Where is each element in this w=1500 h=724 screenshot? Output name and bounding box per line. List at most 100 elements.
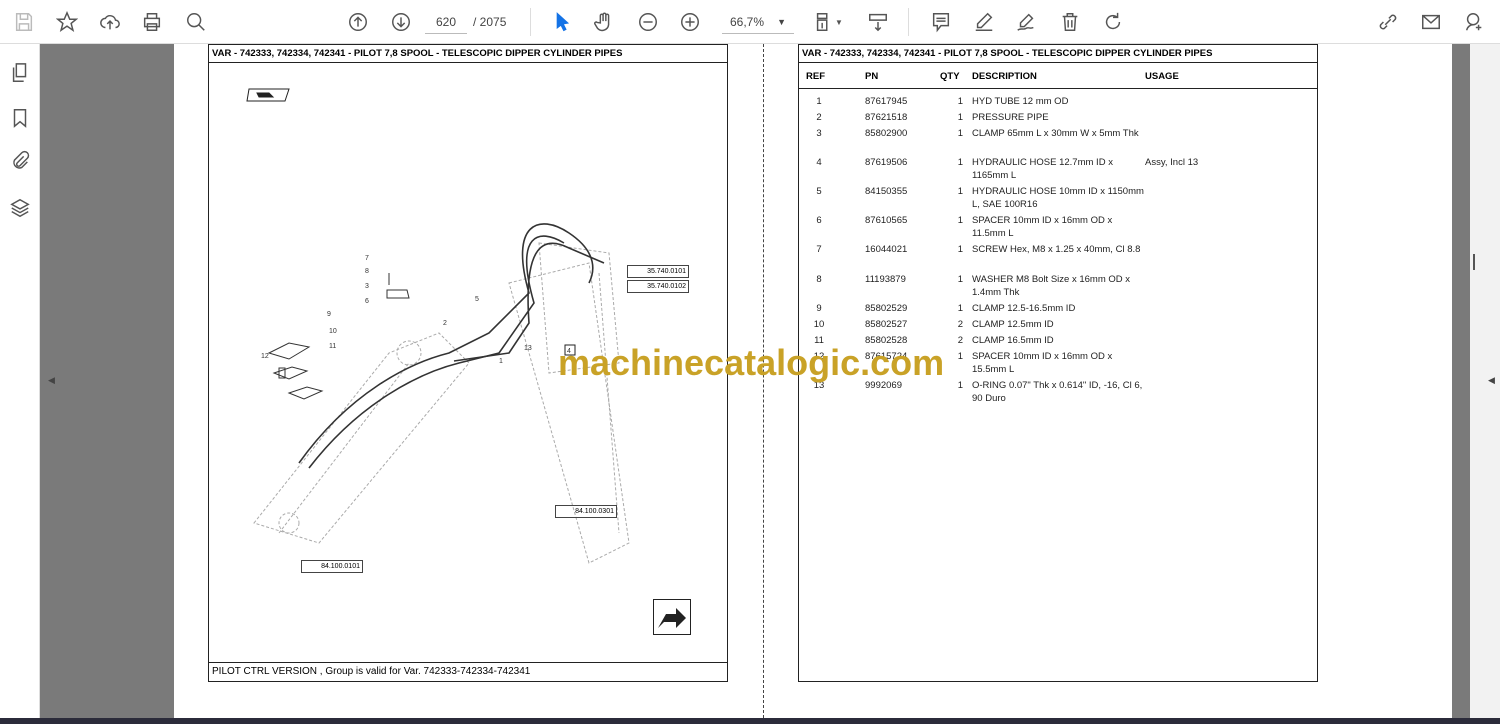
view-icon xyxy=(246,88,290,102)
email-icon[interactable] xyxy=(1417,8,1445,36)
cell-qty: 1 xyxy=(957,303,963,314)
layers-icon[interactable] xyxy=(9,197,31,219)
print-icon[interactable] xyxy=(138,8,166,36)
page-down-icon[interactable] xyxy=(387,8,415,36)
cell-desc: SCREW Hex, M8 x 1.25 x 40mm, Cl 8.8 xyxy=(972,244,1141,255)
ref-box[interactable]: 84.100.0301 xyxy=(555,505,617,518)
cell-pn: 87617945 xyxy=(865,96,908,107)
clamp-parts xyxy=(267,273,410,400)
page-number-input[interactable]: 620 xyxy=(425,10,467,34)
hand-tool-icon[interactable] xyxy=(590,8,618,36)
save-icon[interactable] xyxy=(10,8,38,36)
ref-box[interactable]: 35.740.0101 xyxy=(627,265,689,278)
cell-qty: 2 xyxy=(957,319,963,330)
cell-ref: 7 xyxy=(816,244,822,255)
highlight-icon[interactable] xyxy=(970,8,998,36)
cell-qty: 1 xyxy=(957,112,963,123)
header-pn: PN xyxy=(865,71,879,82)
sign-icon[interactable] xyxy=(1012,8,1040,36)
collapse-left-icon[interactable]: ◀ xyxy=(48,375,55,386)
cell-qty: 1 xyxy=(957,380,963,391)
bookmark-star-icon[interactable] xyxy=(53,8,81,36)
cell-desc: SPACER 10mm ID x 16mm OD x 15.5mm L xyxy=(972,351,1113,375)
ref-box[interactable]: 84.100.0101 xyxy=(301,560,363,573)
rotate-icon[interactable] xyxy=(1099,8,1127,36)
page-fit-icon[interactable]: ▼ xyxy=(810,8,846,36)
svg-text:11: 11 xyxy=(329,343,336,350)
cell-pn: 85802527 xyxy=(865,319,908,330)
cell-ref: 2 xyxy=(816,112,822,123)
resize-handle[interactable] xyxy=(1473,254,1475,270)
next-page-arrow-icon[interactable] xyxy=(653,599,691,635)
select-cursor-icon[interactable] xyxy=(548,8,576,36)
svg-text:5: 5 xyxy=(475,296,479,303)
divider xyxy=(908,8,909,36)
cell-desc: HYD TUBE 12 mm OD xyxy=(972,96,1069,107)
cell-desc: CLAMP 12.5-16.5mm ID xyxy=(972,303,1076,314)
toolbar: 620 / 2075 66,7% ▼ ▼ xyxy=(0,0,1500,44)
cell-qty: 1 xyxy=(957,351,963,362)
svg-text:3: 3 xyxy=(365,283,369,290)
cell-ref: 9 xyxy=(816,303,822,314)
expand-right-icon[interactable]: ◀ xyxy=(1488,375,1495,386)
link-share-icon[interactable] xyxy=(1374,8,1402,36)
cell-pn: 16044021 xyxy=(865,244,908,255)
cell-pn: 85802529 xyxy=(865,303,908,314)
cell-ref: 6 xyxy=(816,215,822,226)
left-page-footer: PILOT CTRL VERSION , Group is valid for … xyxy=(209,662,727,681)
svg-text:2: 2 xyxy=(443,320,447,327)
upload-cloud-icon[interactable] xyxy=(96,8,124,36)
cell-qty: 1 xyxy=(957,128,963,139)
zoom-in-icon[interactable] xyxy=(676,8,704,36)
right-page-title: VAR - 742333, 742334, 742341 - PILOT 7,8… xyxy=(799,45,1317,63)
zoom-select[interactable]: 66,7% ▼ xyxy=(722,10,794,34)
cell-qty: 1 xyxy=(957,96,963,107)
pages-icon[interactable] xyxy=(9,62,31,84)
add-user-icon[interactable] xyxy=(1460,8,1488,36)
taskbar-edge xyxy=(0,718,1500,724)
watermark: machinecatalogic.com xyxy=(558,342,945,383)
cell-ref: 5 xyxy=(816,186,822,197)
cell-qty: 1 xyxy=(957,157,963,168)
zoom-out-icon[interactable] xyxy=(634,8,662,36)
svg-text:7: 7 xyxy=(365,255,369,262)
cell-desc: CLAMP 16.5mm ID xyxy=(972,335,1054,346)
divider xyxy=(530,8,531,36)
cell-desc: HYDRAULIC HOSE 12.7mm ID x 1165mm L xyxy=(972,157,1113,181)
cell-pn: 87610565 xyxy=(865,215,908,226)
comment-icon[interactable] xyxy=(927,8,955,36)
header-description: DESCRIPTION xyxy=(972,71,1037,82)
cell-desc: CLAMP 12.5mm ID xyxy=(972,319,1054,330)
cell-qty: 1 xyxy=(957,215,963,226)
callout-numbers: 7 8 3 6 9 10 11 12 2 5 1 13 xyxy=(261,255,532,365)
delete-icon[interactable] xyxy=(1056,8,1084,36)
cell-desc: PRESSURE PIPE xyxy=(972,112,1049,123)
zoom-search-icon[interactable] xyxy=(182,8,210,36)
cell-pn: 11193879 xyxy=(865,274,906,285)
cell-desc: HYDRAULIC HOSE 10mm ID x 1150mm L, SAE 1… xyxy=(972,186,1144,210)
cell-ref: 4 xyxy=(816,157,822,168)
cell-desc: CLAMP 65mm L x 30mm W x 5mm Thk xyxy=(972,128,1139,139)
svg-text:9: 9 xyxy=(327,311,331,318)
left-nav-panel xyxy=(0,44,40,724)
cell-desc: WASHER M8 Bolt Size x 16mm OD x 1.4mm Th… xyxy=(972,274,1131,298)
bookmark-icon[interactable] xyxy=(9,107,31,129)
cell-ref: 3 xyxy=(816,128,822,139)
svg-text:8: 8 xyxy=(365,268,369,275)
cell-desc: O-RING 0.07" Thk x 0.614" ID, -16, Cl 6,… xyxy=(972,380,1143,404)
attachment-icon[interactable] xyxy=(9,150,31,172)
cell-pn: 87619506 xyxy=(865,157,908,168)
cell-pn: 87621518 xyxy=(865,112,908,123)
right-panel-strip: ◀ xyxy=(1470,44,1500,720)
cell-qty: 1 xyxy=(957,244,963,255)
chevron-down-icon: ▼ xyxy=(777,17,786,27)
ref-box[interactable]: 35.740.0102 xyxy=(627,280,689,293)
page-up-icon[interactable] xyxy=(344,8,372,36)
cell-qty: 1 xyxy=(957,274,963,285)
left-page-title: VAR - 742333, 742334, 742341 - PILOT 7,8… xyxy=(209,45,727,63)
svg-text:10: 10 xyxy=(329,328,337,335)
cell-ref: 10 xyxy=(813,319,825,330)
header-ref: REF xyxy=(806,71,825,82)
scroll-mode-icon[interactable] xyxy=(864,8,892,36)
cell-ref: 8 xyxy=(816,274,822,285)
